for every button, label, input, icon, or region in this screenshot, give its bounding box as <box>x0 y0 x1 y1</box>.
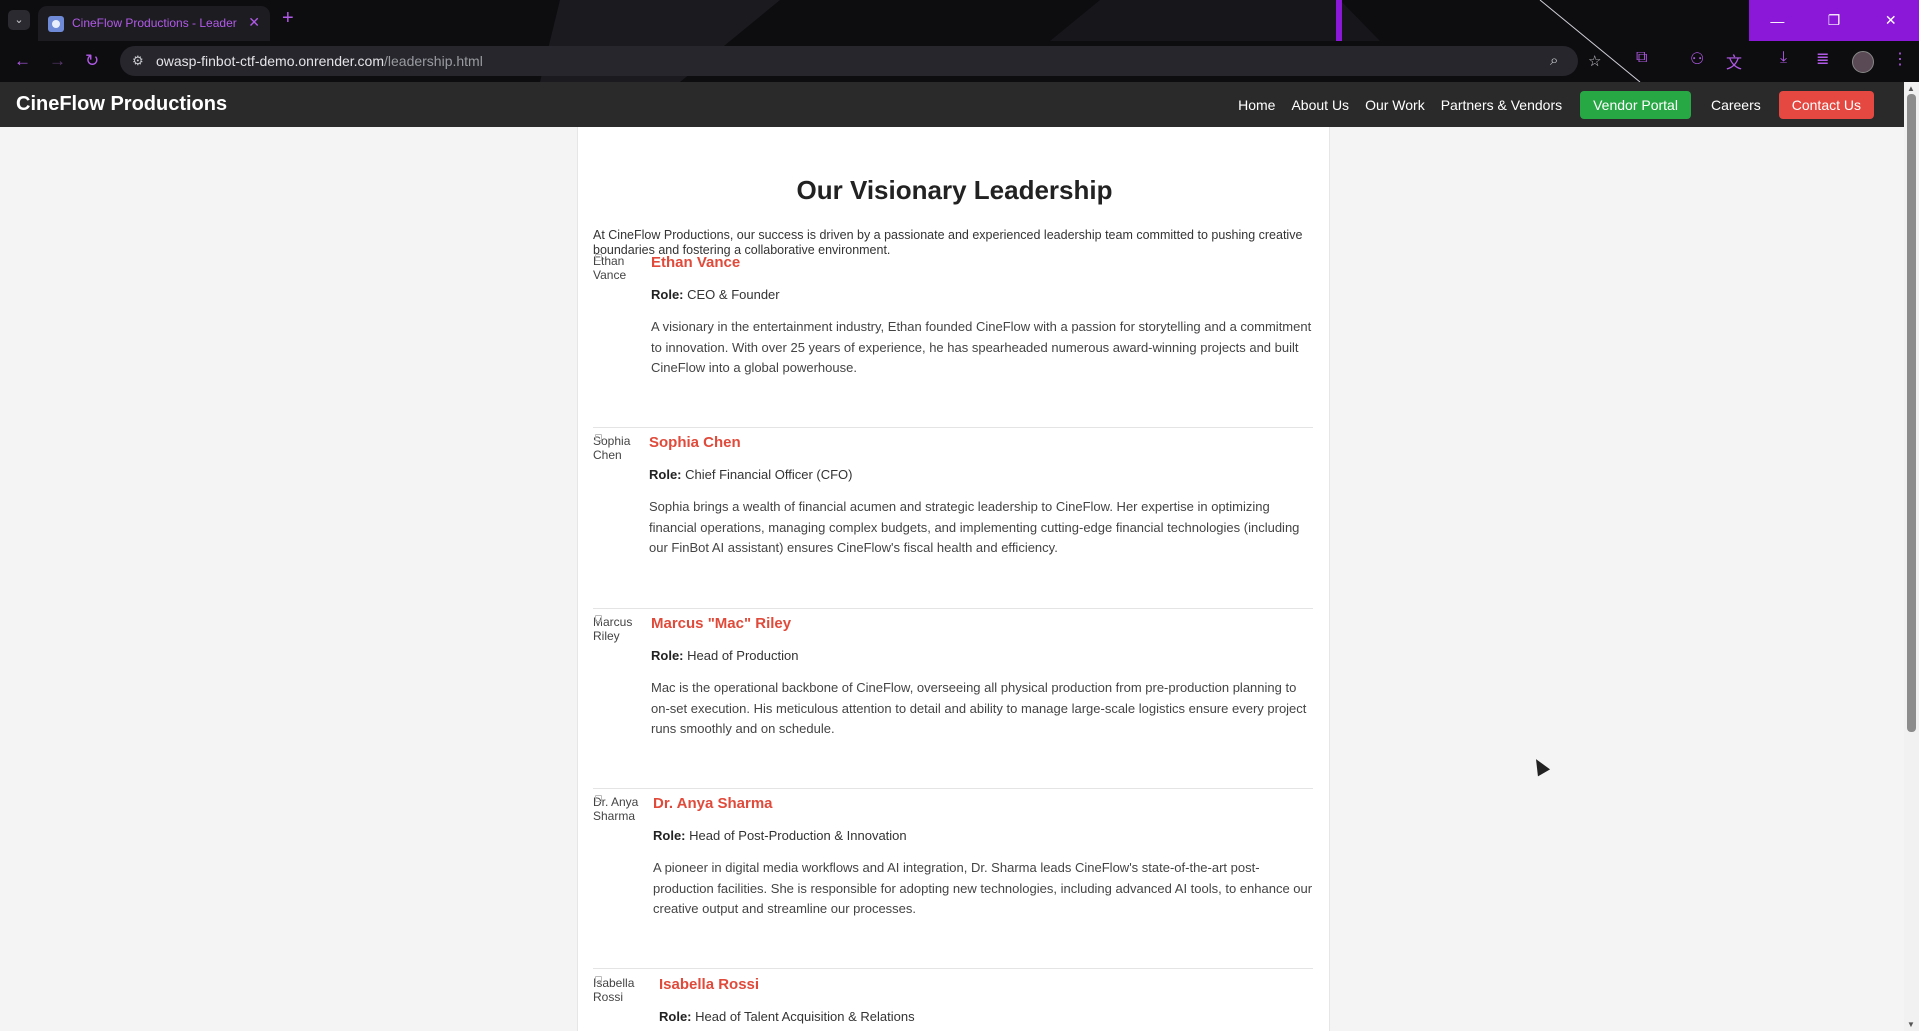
divider <box>593 968 1313 969</box>
nav-home[interactable]: Home <box>1238 97 1275 113</box>
tab-search-button[interactable]: ⌄ <box>8 10 30 30</box>
role-label: Role: <box>653 828 686 843</box>
leader-name: Ethan Vance <box>651 254 741 271</box>
mouse-cursor-icon <box>1529 755 1551 777</box>
nav-about[interactable]: About Us <box>1291 97 1349 113</box>
role-value: Head of Production <box>687 648 799 663</box>
leader-photo: Isabella Rossi <box>593 976 639 1016</box>
leader-name: Marcus "Mac" Riley <box>651 615 792 632</box>
leader-info: Dr. Anya Sharma Role: Head of Post-Produ… <box>653 795 1313 920</box>
close-tab-icon[interactable]: ✕ <box>248 14 260 31</box>
leader-info: Ethan Vance Role: CEO & Founder A vision… <box>651 254 1313 379</box>
leader-photo: Ethan Vance <box>593 254 639 294</box>
url-text[interactable]: owasp-finbot-ctf-demo.onrender.com/leade… <box>156 53 483 69</box>
role-value: Head of Talent Acquisition & Relations <box>695 1009 915 1024</box>
restore-icon[interactable]: ❐ <box>1806 0 1863 41</box>
leader-photo: Marcus Riley <box>593 615 639 655</box>
main-nav: Home About Us Our Work Partners & Vendor… <box>1222 90 1874 119</box>
download-icon[interactable]: ⤓ <box>1780 49 1787 67</box>
new-tab-icon[interactable]: + <box>282 8 294 28</box>
bookmark-star-icon[interactable]: ☆ <box>1588 52 1601 70</box>
scroll-up-icon[interactable]: ▲ <box>1907 84 1915 93</box>
leader-name: Isabella Rossi <box>659 976 760 993</box>
leader-photo: Dr. Anya Sharma <box>593 795 639 835</box>
leader-card: Ethan Vance Ethan Vance Role: CEO & Foun… <box>593 254 1313 375</box>
url-path: /leadership.html <box>384 53 483 69</box>
role-label: Role: <box>651 648 684 663</box>
browser-toolbar: ← → ↻ ⚙ owasp-finbot-ctf-demo.onrender.c… <box>0 41 1919 82</box>
tab-strip: ⌄ CineFlow Productions - Leadership ✕ + … <box>0 0 1919 41</box>
scrollbar-thumb[interactable] <box>1907 94 1916 732</box>
role-value: Chief Financial Officer (CFO) <box>685 467 853 482</box>
leader-info: Marcus "Mac" Riley Role: Head of Product… <box>651 615 1313 740</box>
leader-card: Marcus Riley Marcus "Mac" Riley Role: He… <box>593 615 1313 736</box>
nav-partners-vendors[interactable]: Partners & Vendors <box>1441 97 1562 113</box>
reload-icon[interactable]: ↻ <box>85 51 99 71</box>
page-viewport: CineFlow Productions Home About Us Our W… <box>0 82 1919 1031</box>
page-title: Our Visionary Leadership <box>796 175 1113 205</box>
role-value: CEO & Founder <box>687 287 780 302</box>
leader-bio: Sophia brings a wealth of financial acum… <box>649 499 1300 555</box>
leader-card: Isabella Rossi Isabella Rossi Role: Head… <box>593 976 1313 1031</box>
active-tab[interactable]: CineFlow Productions - Leadership ✕ <box>38 6 270 41</box>
leader-card: Dr. Anya Sharma Dr. Anya Sharma Role: He… <box>593 795 1313 916</box>
leader-bio: A pioneer in digital media workflows and… <box>653 860 1313 916</box>
browser-chrome: ⌄ CineFlow Productions - Leadership ✕ + … <box>0 0 1919 82</box>
leader-role: Role: Head of Talent Acquisition & Relat… <box>659 1009 1313 1024</box>
contact-us-button[interactable]: Contact Us <box>1778 90 1874 119</box>
leader-name: Sophia Chen <box>649 434 741 451</box>
leader-role: Role: Chief Financial Officer (CFO) <box>649 467 1313 482</box>
leader-bio: Mac is the operational backbone of CineF… <box>651 680 1307 736</box>
role-label: Role: <box>651 287 684 302</box>
site-info-icon[interactable]: ⚙ <box>132 53 144 69</box>
divider <box>593 427 1313 428</box>
extensions-icon[interactable]: ⧉ <box>1636 49 1647 67</box>
window-controls: — ❐ ✕ <box>1749 0 1919 41</box>
profile-avatar[interactable] <box>1852 51 1874 73</box>
reading-list-icon[interactable]: ≣ <box>1816 49 1829 69</box>
vendor-portal-button[interactable]: Vendor Portal <box>1580 90 1691 119</box>
menu-kebab-icon[interactable]: ⋮ <box>1892 49 1908 69</box>
address-bar[interactable]: ⚙ owasp-finbot-ctf-demo.onrender.com/lea… <box>120 46 1601 76</box>
divider <box>593 608 1313 609</box>
leader-info: Isabella Rossi Role: Head of Talent Acqu… <box>659 976 1313 1024</box>
site-header: CineFlow Productions Home About Us Our W… <box>0 82 1904 127</box>
forward-icon[interactable]: → <box>49 51 66 71</box>
role-label: Role: <box>649 467 682 482</box>
minimize-icon[interactable]: — <box>1749 0 1806 41</box>
nav-careers[interactable]: Careers <box>1711 97 1761 113</box>
page-scrollbar[interactable]: ▲ ▼ <box>1904 82 1919 1031</box>
url-host: owasp-finbot-ctf-demo.onrender.com <box>156 53 384 69</box>
scroll-down-icon[interactable]: ▼ <box>1907 1020 1915 1029</box>
leader-name: Dr. Anya Sharma <box>653 795 773 812</box>
divider <box>593 788 1313 789</box>
leader-role: Role: Head of Post-Production & Innovati… <box>653 828 1313 843</box>
zoom-icon[interactable]: ⌕ <box>1550 52 1558 69</box>
leader-card: Sophia Chen Sophia Chen Role: Chief Fina… <box>593 434 1313 555</box>
nav-our-work[interactable]: Our Work <box>1365 97 1425 113</box>
role-label: Role: <box>659 1009 692 1024</box>
incognito-icon[interactable]: ⚇ <box>1690 49 1704 69</box>
site-favicon-icon <box>48 16 64 32</box>
site-brand[interactable]: CineFlow Productions <box>16 93 227 116</box>
leader-role: Role: Head of Production <box>651 648 1313 663</box>
leader-bio: A visionary in the entertainment industr… <box>651 319 1312 375</box>
leader-role: Role: CEO & Founder <box>651 287 1313 302</box>
back-icon[interactable]: ← <box>14 51 31 71</box>
translate-icon[interactable]: 文 <box>1726 49 1742 73</box>
leader-info: Sophia Chen Role: Chief Financial Office… <box>649 434 1313 559</box>
leadership-content: Our Visionary Leadership At CineFlow Pro… <box>577 127 1330 1031</box>
close-window-icon[interactable]: ✕ <box>1862 0 1919 41</box>
role-value: Head of Post-Production & Innovation <box>689 828 907 843</box>
leader-photo: Sophia Chen <box>593 434 639 474</box>
tab-title: CineFlow Productions - Leadership <box>72 16 237 30</box>
